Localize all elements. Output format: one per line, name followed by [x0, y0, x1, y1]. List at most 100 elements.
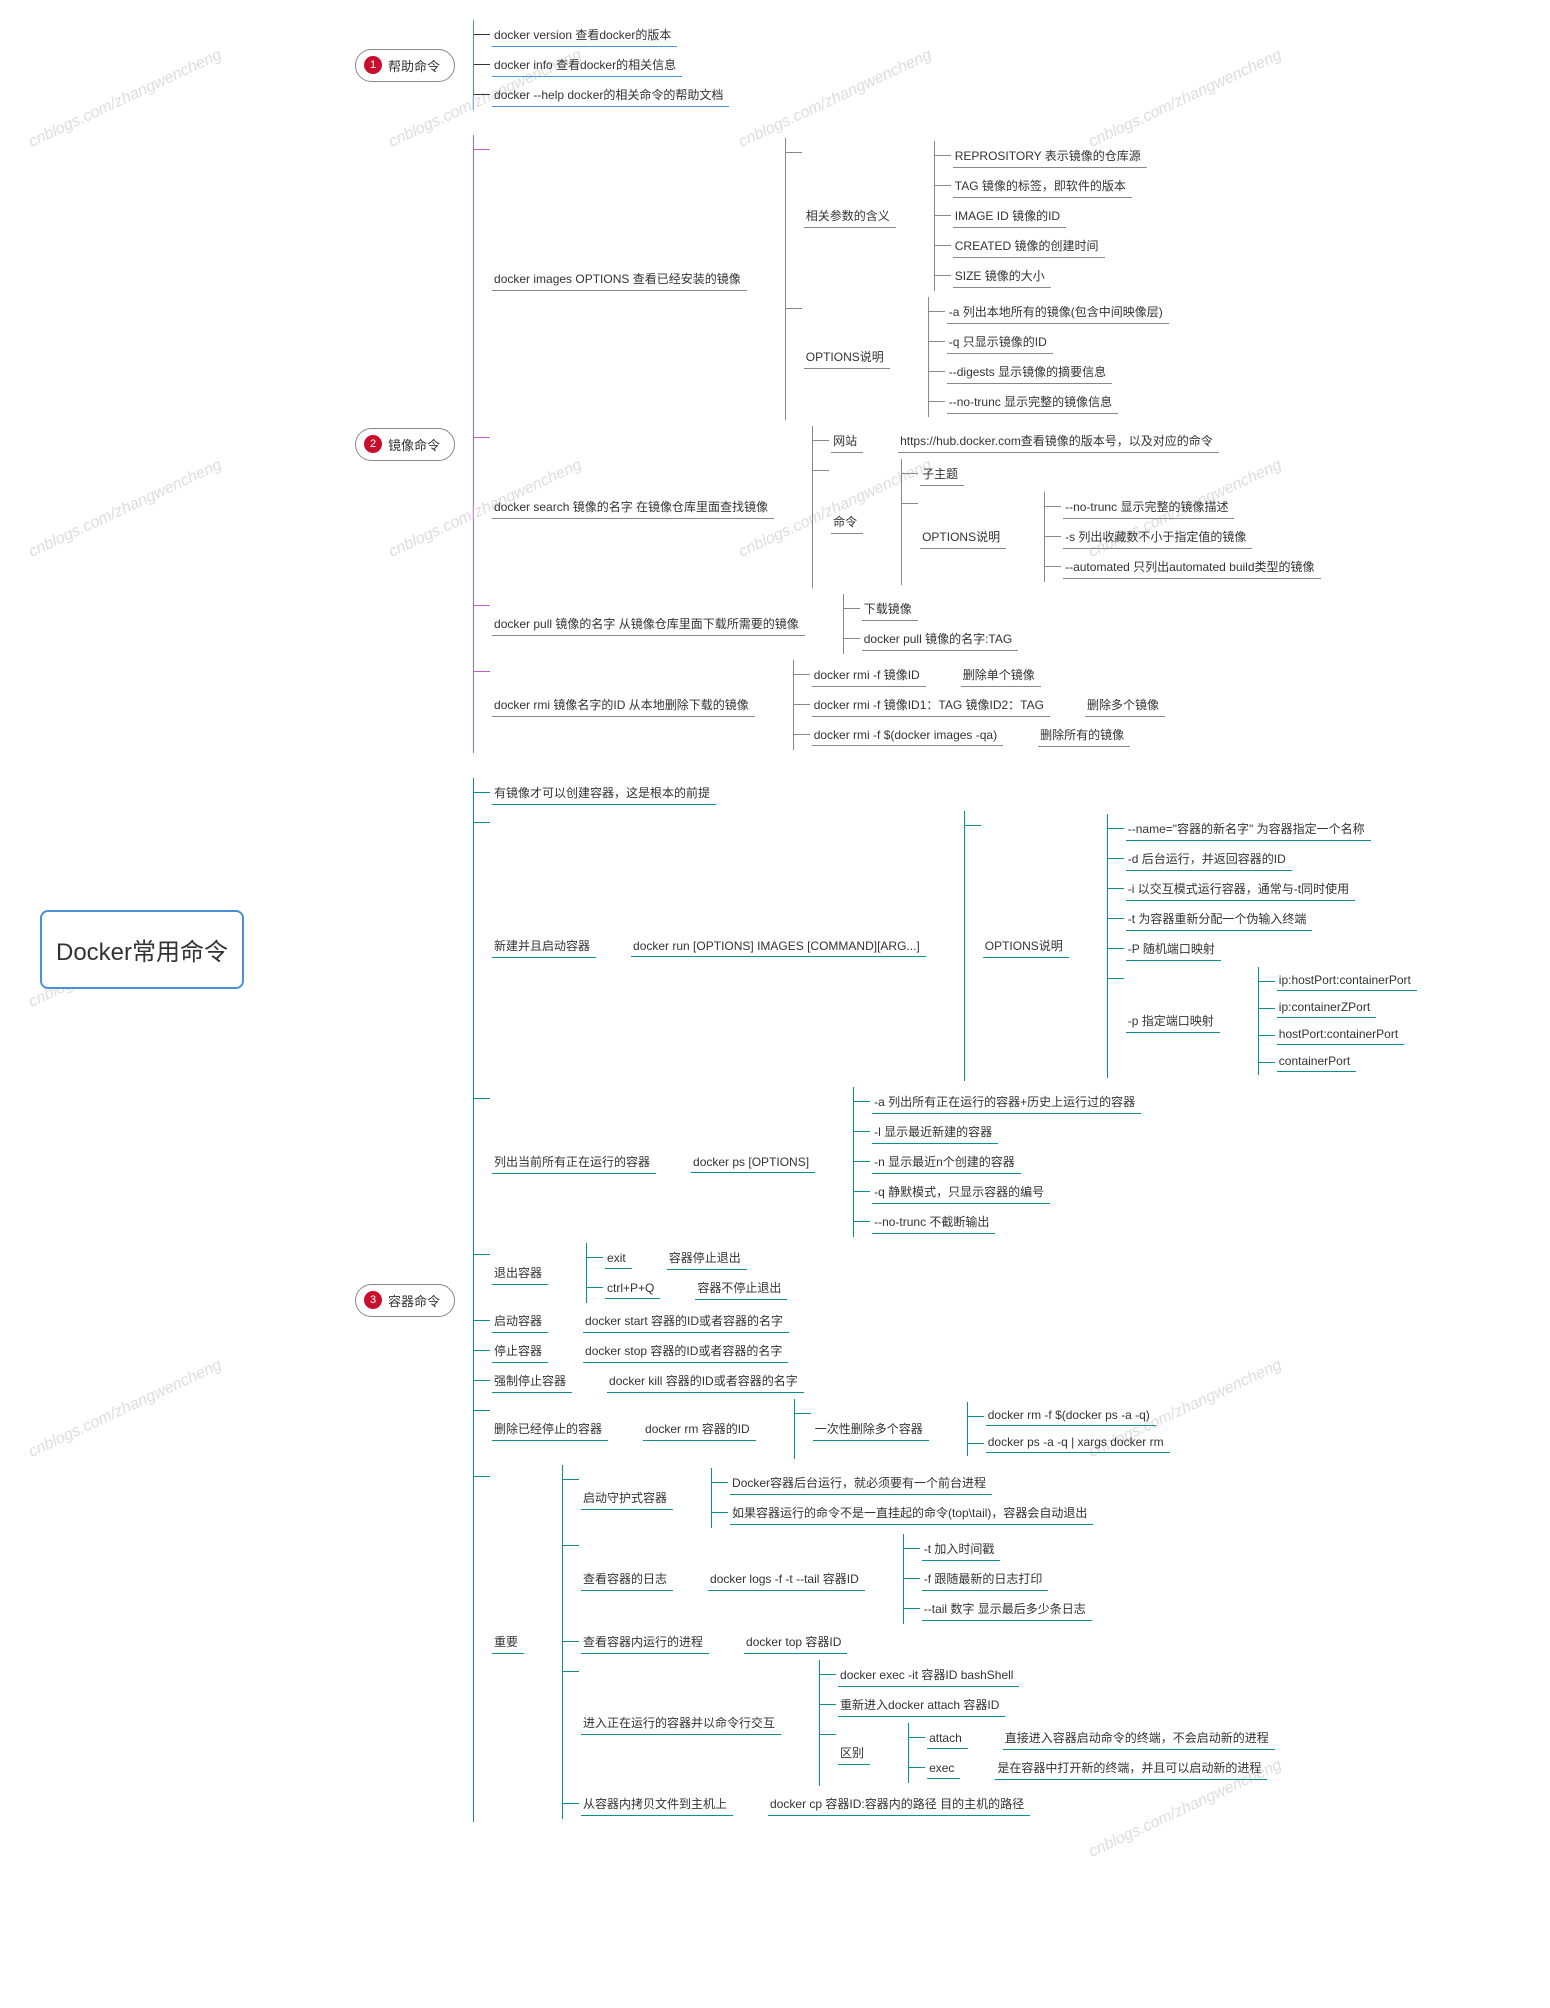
branch-node: 启动守护式容器 [581, 1486, 673, 1510]
section-title-2: 2 镜像命令 [355, 428, 455, 461]
tail-node: 删除单个镜像 [961, 663, 1041, 687]
leaf-node: --name="容器的新名字" 为容器指定一个名称 [1126, 817, 1371, 841]
tail-node: 容器不停止退出 [695, 1276, 787, 1300]
leaf-node: IMAGE ID 镜像的ID [953, 204, 1066, 228]
branch-node: attach [927, 1728, 968, 1749]
leaf-node: REPROSITORY 表示镜像的仓库源 [953, 144, 1147, 168]
root-node: Docker常用命令 [40, 910, 244, 989]
branch-node: 查看容器的日志 [581, 1567, 673, 1591]
leaf-node: docker info 查看docker的相关信息 [492, 53, 682, 77]
leaf-node: docker rm -f $(docker ps -a -q) [986, 1405, 1156, 1426]
branch-node: 启动容器 [492, 1309, 548, 1333]
leaf-node: hostPort:containerPort [1277, 1024, 1404, 1045]
branch-node: 命令 [831, 510, 863, 534]
section-label: 镜像命令 [388, 435, 440, 454]
leaf-node: docker pull 镜像的名字:TAG [862, 627, 1018, 651]
leaf-node: -t 加入时间戳 [922, 1537, 1001, 1561]
tail-node: docker stop 容器的ID或者容器的名字 [583, 1339, 788, 1363]
section-number: 2 [364, 435, 382, 453]
branch-node: 强制停止容器 [492, 1369, 572, 1393]
branch-node: docker pull 镜像的名字 从镜像仓库里面下载所需要的镜像 [492, 612, 805, 636]
branch-node: 停止容器 [492, 1339, 548, 1363]
mindmap-sections: 1 帮助命令 docker version 查看docker的版本 docker in… [260, 20, 1530, 1822]
leaf-node: --tail 数字 显示最后多少条日志 [922, 1597, 1092, 1621]
leaf-node: 重新进入docker attach 容器ID [838, 1693, 1005, 1717]
branch-node: OPTIONS说明 [983, 934, 1069, 958]
branch-node: -p 指定端口映射 [1126, 1009, 1220, 1033]
leaf-node: --digests 显示镜像的摘要信息 [947, 360, 1112, 384]
leaf-node: containerPort [1277, 1051, 1356, 1072]
section-number: 1 [364, 56, 382, 74]
tail-node: docker run [OPTIONS] IMAGES [COMMAND][AR… [631, 936, 926, 957]
leaf-node: 如果容器运行的命令不是一直挂起的命令(top\tail)，容器会自动退出 [730, 1501, 1093, 1525]
branch-node: ctrl+P+Q [605, 1278, 660, 1299]
branch-node: 进入正在运行的容器并以命令行交互 [581, 1711, 781, 1735]
leaf-node: -f 跟随最新的日志打印 [922, 1567, 1049, 1591]
leaf-node: -q 静默模式，只显示容器的编号 [872, 1180, 1050, 1204]
branch-node: docker rmi -f $(docker images -qa) [812, 725, 1003, 746]
leaf-node: ip:hostPort:containerPort [1277, 970, 1417, 991]
leaf-node: -l 显示最近新建的容器 [872, 1120, 998, 1144]
branch-node: 一次性删除多个容器 [813, 1417, 929, 1441]
branch-node: 新建并且启动容器 [492, 934, 596, 958]
tail-node: docker logs -f -t --tail 容器ID [708, 1567, 865, 1591]
section-title-3: 3 容器命令 [355, 1284, 455, 1317]
branch-node: exec [927, 1758, 960, 1779]
branch-node: 重要 [492, 1630, 524, 1654]
leaf-node: --no-trunc 显示完整的镜像信息 [947, 390, 1118, 414]
root-connectors [0, 0, 240, 2008]
branch-node: exit [605, 1248, 632, 1269]
leaf-node: -d 后台运行，并返回容器的ID [1126, 847, 1292, 871]
tail-node: docker top 容器ID [744, 1630, 847, 1654]
branch-node: 列出当前所有正在运行的容器 [492, 1150, 656, 1174]
leaf-node: 下载镜像 [862, 597, 918, 621]
leaf-node: TAG 镜像的标签，即软件的版本 [953, 174, 1132, 198]
branch-node: docker rmi 镜像名字的ID 从本地删除下载的镜像 [492, 693, 755, 717]
branch-node: 从容器内拷贝文件到主机上 [581, 1792, 733, 1816]
section-number: 3 [364, 1291, 382, 1309]
tail-node: docker start 容器的ID或者容器的名字 [583, 1309, 789, 1333]
branch-node: docker rmi -f 镜像ID [812, 663, 926, 687]
branch-node: 删除已经停止的容器 [492, 1417, 608, 1441]
tail-node: 直接进入容器启动命令的终端，不会启动新的进程 [1003, 1726, 1275, 1750]
branch-node: docker search 镜像的名字 在镜像仓库里面查找镜像 [492, 495, 774, 519]
leaf-node: Docker容器后台运行，就必须要有一个前台进程 [730, 1471, 992, 1495]
leaf-node: -i 以交互模式运行容器，通常与-t同时使用 [1126, 877, 1355, 901]
leaf-node: -q 只显示镜像的ID [947, 330, 1053, 354]
leaf-node: -P 随机端口映射 [1126, 937, 1221, 961]
leaf-node: CREATED 镜像的创建时间 [953, 234, 1105, 258]
branch-node: 相关参数的含义 [804, 204, 896, 228]
branch-node: 查看容器内运行的进程 [581, 1630, 709, 1654]
leaf-node: -t 为容器重新分配一个伪输入终端 [1126, 907, 1313, 931]
leaf-node: --no-trunc 不截断输出 [872, 1210, 995, 1234]
section-label: 帮助命令 [388, 56, 440, 75]
tail-node: https://hub.docker.com查看镜像的版本号，以及对应的命令 [898, 429, 1219, 453]
branch-node: 区别 [838, 1741, 870, 1765]
tail-node: 容器停止退出 [667, 1246, 747, 1270]
leaf-node: -n 显示最近n个创建的容器 [872, 1150, 1021, 1174]
leaf-node: -a 列出本地所有的镜像(包含中间映像层) [947, 300, 1169, 324]
leaf-node: ip:containerZPort [1277, 997, 1376, 1018]
leaf-node: docker version 查看docker的版本 [492, 23, 677, 47]
tail-node: docker cp 容器ID:容器内的路径 目的主机的路径 [768, 1792, 1030, 1816]
section-title-1: 1 帮助命令 [355, 49, 455, 82]
leaf-node: -a 列出所有正在运行的容器+历史上运行过的容器 [872, 1090, 1141, 1114]
branch-node: 退出容器 [492, 1261, 548, 1285]
branch-node: docker images OPTIONS 查看已经安装的镜像 [492, 267, 747, 291]
branch-node: docker rmi -f 镜像ID1：TAG 镜像ID2：TAG [812, 693, 1050, 717]
leaf-node: 子主题 [920, 462, 964, 486]
leaf-node: 有镜像才可以创建容器，这是根本的前提 [492, 781, 716, 805]
section-label: 容器命令 [388, 1291, 440, 1310]
leaf-node: docker --help docker的相关命令的帮助文档 [492, 83, 729, 107]
tail-node: 删除所有的镜像 [1038, 723, 1130, 747]
leaf-node: -s 列出收藏数不小于指定值的镜像 [1063, 525, 1252, 549]
tail-node: docker ps [OPTIONS] [691, 1152, 815, 1173]
tail-node: 是在容器中打开新的终端，并且可以启动新的进程 [995, 1756, 1267, 1780]
tail-node: 删除多个镜像 [1085, 693, 1165, 717]
branch-node: OPTIONS说明 [920, 525, 1006, 549]
leaf-node: docker exec -it 容器ID bashShell [838, 1663, 1019, 1687]
tail-node: docker rm 容器的ID [643, 1417, 756, 1441]
tail-node: docker kill 容器的ID或者容器的名字 [607, 1369, 804, 1393]
leaf-node: SIZE 镜像的大小 [953, 264, 1051, 288]
leaf-node: --automated 只列出automated build类型的镜像 [1063, 555, 1320, 579]
